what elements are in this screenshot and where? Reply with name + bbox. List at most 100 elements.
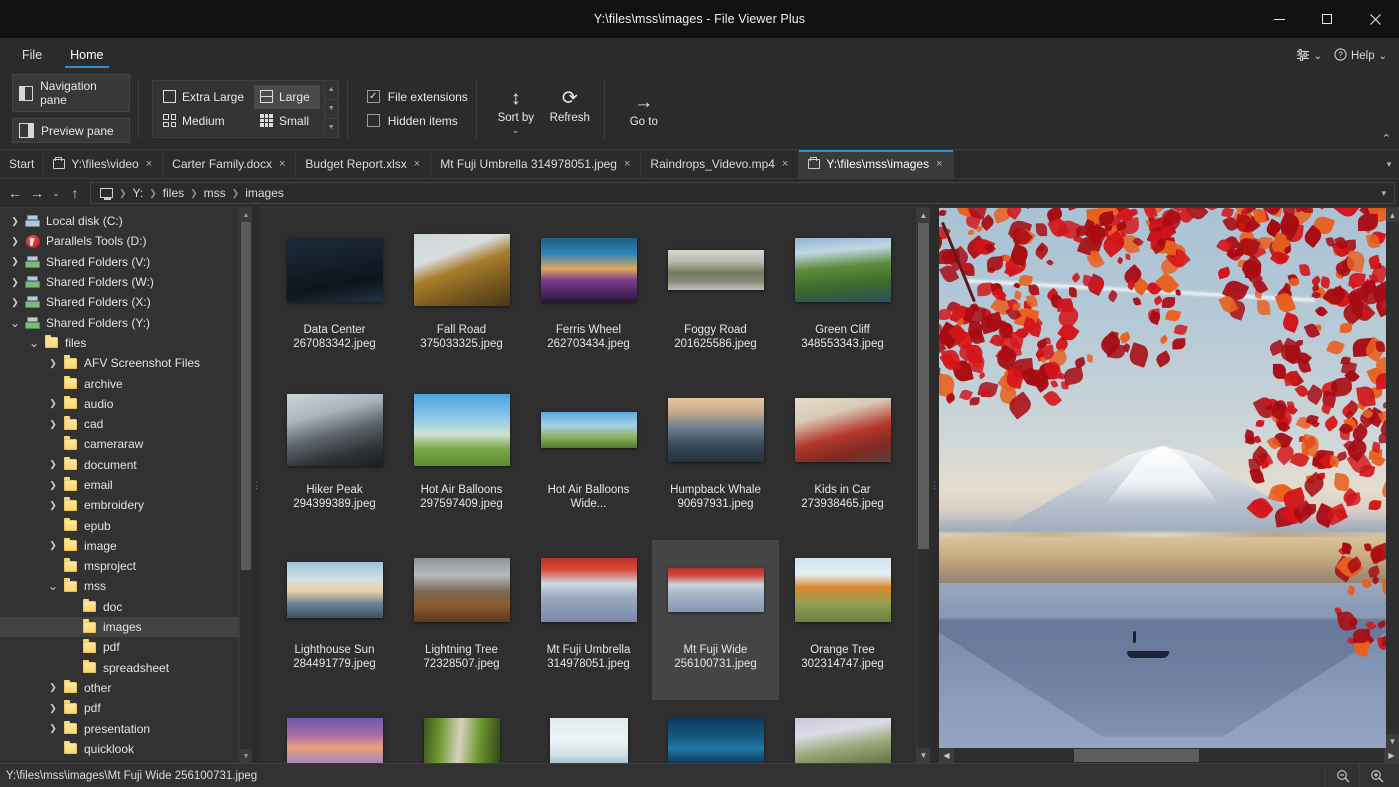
chevron-right-icon[interactable]: ❯ (44, 540, 62, 551)
scroll-track[interactable] (240, 222, 252, 749)
chevron-right-icon[interactable]: ❯ (44, 703, 62, 714)
go-to-button[interactable]: → Go to (618, 87, 670, 130)
scroll-up-icon[interactable]: ▲ (917, 208, 930, 223)
chevron-right-icon[interactable]: ❯ (6, 216, 24, 227)
scroll-up-icon[interactable]: ▲ (240, 208, 252, 222)
chevron-right-icon[interactable]: ❯ (6, 277, 24, 288)
scroll-down-icon[interactable]: ▼ (240, 749, 252, 763)
file-grid-item[interactable] (271, 700, 398, 763)
scroll-track[interactable] (954, 748, 1384, 763)
file-grid-item[interactable]: Kids in Car 273938465.jpeg (779, 380, 906, 540)
tree-item-shared-folders-v[interactable]: ❯ Shared Folders (V:) (0, 252, 239, 272)
navigation-pane-button[interactable]: Navigation pane (12, 74, 130, 112)
file-grid-item[interactable]: Lightning Tree 72328507.jpeg (398, 540, 525, 700)
file-grid-item[interactable]: Ferris Wheel 262703434.jpeg (525, 220, 652, 380)
recent-locations-button[interactable]: ⌄ (48, 182, 64, 204)
close-button[interactable] (1351, 0, 1399, 38)
view-size-scroll[interactable]: ▲ ▼ ▼ (323, 80, 338, 137)
tree-item-quicklook[interactable]: quicklook (0, 739, 239, 759)
file-grid-item[interactable]: Green Cliff 348553343.jpeg (779, 220, 906, 380)
chevron-right-icon[interactable]: ❯ (6, 236, 24, 247)
file-grid-item[interactable]: Mt Fuji Umbrella 314978051.jpeg (525, 540, 652, 700)
file-grid-item[interactable]: Hiker Peak 294399389.jpeg (271, 380, 398, 540)
file-grid-item[interactable] (652, 700, 779, 763)
breadcrumb-this-pc[interactable] (95, 188, 118, 200)
chevron-right-icon[interactable]: ❯ (44, 480, 62, 491)
tree-item-email[interactable]: ❯ email (0, 475, 239, 495)
settings-button[interactable]: ⌄ (1296, 48, 1322, 64)
chevron-right-icon[interactable]: ❯ (44, 682, 62, 693)
tree-item-cameraraw[interactable]: cameraraw (0, 434, 239, 454)
zoom-in-button[interactable] (1359, 764, 1393, 787)
tree-item-presentation[interactable]: ❯ presentation (0, 718, 239, 738)
collapse-ribbon-button[interactable]: ⌃ (1382, 132, 1391, 145)
preview-image[interactable] (939, 208, 1386, 748)
file-grid-item[interactable]: Humpback Whale 90697931.jpeg (652, 380, 779, 540)
file-grid-item[interactable]: Fall Road 375033325.jpeg (398, 220, 525, 380)
chevron-right-icon[interactable]: ❯ (6, 297, 24, 308)
file-grid-item[interactable]: Orange Tree 302314747.jpeg (779, 540, 906, 700)
breadcrumb-item-3[interactable]: images (240, 186, 289, 200)
file-grid-item[interactable]: Foggy Road 201625586.jpeg (652, 220, 779, 380)
tree-item-files[interactable]: ⌄ files (0, 333, 239, 353)
tree-item-pdf[interactable]: pdf (0, 637, 239, 657)
breadcrumb-item-0[interactable]: Y: (128, 186, 149, 200)
tab-carter-family-docx[interactable]: Carter Family.docx × (163, 150, 297, 178)
breadcrumb-item-1[interactable]: files (158, 186, 189, 200)
file-grid-scrollbar[interactable]: ▲ ▼ (916, 208, 930, 763)
scroll-up-icon[interactable]: ▲ (325, 81, 338, 99)
tree-item-shared-folders-x[interactable]: ❯ Shared Folders (X:) (0, 292, 239, 312)
tree-item-audio[interactable]: ❯ audio (0, 394, 239, 414)
preview-pane-button[interactable]: Preview pane (12, 118, 130, 143)
tab-raindrops-videvo-mp4[interactable]: Raindrops_Videvo.mp4 × (641, 150, 800, 178)
scroll-thumb[interactable] (241, 222, 251, 570)
chevron-right-icon[interactable]: ❯ (44, 358, 62, 369)
chevron-right-icon[interactable]: ❯ (44, 723, 62, 734)
file-grid-item[interactable]: Data Center 267083342.jpeg (271, 220, 398, 380)
tree-item-archive[interactable]: archive (0, 373, 239, 393)
chevron-down-icon[interactable]: ⌄ (25, 337, 43, 349)
chevron-right-icon[interactable]: ❯ (44, 500, 62, 511)
tab-close-icon[interactable]: × (935, 158, 943, 170)
breadcrumb[interactable]: ❯ Y: ❯ files ❯ mss ❯ images ▾ (90, 182, 1395, 204)
menu-tab-file[interactable]: File (8, 44, 56, 68)
chevron-right-icon[interactable]: ❯ (44, 459, 62, 470)
tab-start[interactable]: Start (0, 150, 45, 178)
scroll-down-icon[interactable]: ▼ (917, 748, 930, 763)
maximize-button[interactable] (1303, 0, 1351, 38)
forward-button[interactable]: → (26, 182, 48, 204)
tab-close-icon[interactable]: × (413, 158, 421, 170)
tree-item-images[interactable]: images (0, 616, 239, 638)
tree-item-doc[interactable]: doc (0, 597, 239, 617)
tree-item-shared-folders-w[interactable]: ❯ Shared Folders (W:) (0, 272, 239, 292)
help-button[interactable]: ? Help ⌄ (1334, 48, 1387, 64)
scroll-track[interactable] (917, 223, 930, 748)
chevron-right-icon[interactable]: ❯ (6, 256, 24, 267)
tab-files-mss-images[interactable]: Y:\files\mss\images × (799, 150, 954, 178)
view-size-extra-large[interactable]: Extra Large (157, 85, 254, 109)
zoom-out-button[interactable] (1325, 764, 1359, 787)
chevron-down-icon[interactable]: ⌄ (6, 317, 24, 329)
preview-vertical-scrollbar[interactable]: ▲ ▼ (1386, 208, 1399, 748)
tree-item-mss[interactable]: ⌄ mss (0, 576, 239, 596)
tab-budget-report-xlsx[interactable]: Budget Report.xlsx × (296, 150, 432, 178)
tree-item-embroidery[interactable]: ❯ embroidery (0, 495, 239, 515)
scroll-down-icon[interactable]: ▼ (324, 98, 338, 118)
gallery-expand-icon[interactable]: ▼ (324, 117, 338, 137)
view-size-small[interactable]: Small (254, 109, 320, 133)
chevron-right-icon[interactable]: ❯ (44, 419, 62, 430)
up-button[interactable]: ↑ (64, 182, 86, 204)
chevron-down-icon[interactable]: ⌄ (44, 580, 62, 592)
file-grid-item[interactable] (779, 700, 906, 763)
back-button[interactable]: ← (4, 182, 26, 204)
tree-item-document[interactable]: ❯ document (0, 455, 239, 475)
file-grid-item[interactable] (525, 700, 652, 763)
preview-horizontal-scrollbar[interactable]: ◀ ▶ (939, 748, 1399, 763)
scroll-track[interactable] (1386, 222, 1399, 734)
scroll-right-icon[interactable]: ▶ (1384, 748, 1399, 763)
tree-item-cad[interactable]: ❯ cad (0, 414, 239, 434)
tree-item-other[interactable]: ❯ other (0, 678, 239, 698)
hidden-items-checkbox[interactable]: Hidden items (366, 114, 468, 128)
file-grid-item[interactable]: Hot Air Balloons 297597409.jpeg (398, 380, 525, 540)
tab-overflow-button[interactable]: ▾ (1379, 150, 1399, 178)
